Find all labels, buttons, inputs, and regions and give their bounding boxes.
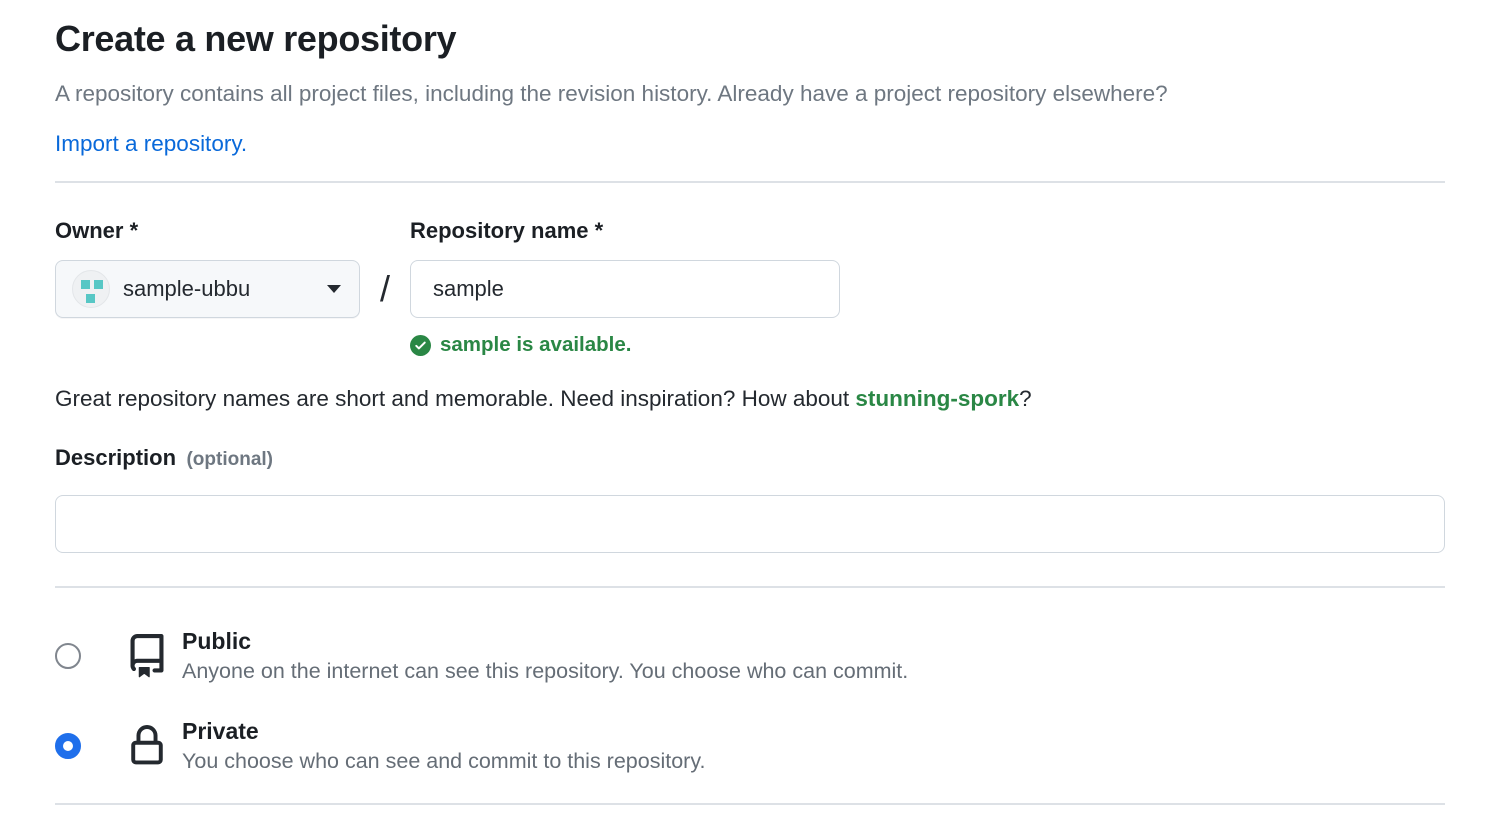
description-label-row: Description (optional)	[55, 444, 1445, 474]
description-optional-label: (optional)	[186, 449, 273, 470]
public-option-text: Public Anyone on the internet can see th…	[182, 626, 908, 686]
owner-repo-separator: /	[360, 260, 410, 318]
owner-select-button[interactable]: sample-ubbu	[55, 260, 360, 318]
page-title: Create a new repository	[55, 16, 1445, 61]
top-divider	[55, 181, 1445, 183]
public-option-label: Public	[182, 626, 908, 656]
owner-avatar	[72, 270, 110, 308]
availability-message: sample is available.	[410, 333, 840, 357]
private-option-text: Private You choose who can see and commi…	[182, 716, 705, 776]
repo-book-icon	[124, 634, 170, 678]
suggested-name[interactable]: stunning-spork	[855, 386, 1019, 411]
import-line: Import a repository.	[55, 129, 1445, 159]
description-input[interactable]	[55, 495, 1445, 553]
import-repository-link[interactable]: Import a repository.	[55, 131, 247, 156]
private-radio[interactable]	[55, 733, 81, 759]
owner-required-mark: *	[130, 218, 139, 243]
repo-name-label: Repository name *	[410, 217, 840, 244]
check-circle-icon	[410, 335, 431, 356]
triangle-down-icon	[327, 285, 341, 293]
owner-label: Owner *	[55, 217, 360, 244]
bottom-divider	[55, 803, 1445, 805]
private-option-label: Private	[182, 716, 705, 746]
repo-name-input[interactable]	[410, 260, 840, 318]
description-label: Description	[55, 445, 176, 470]
owner-field: Owner * sample-ubbu	[55, 217, 360, 318]
visibility-option-private: Private You choose who can see and commi…	[55, 716, 1445, 776]
page-subtitle: A repository contains all project files,…	[55, 77, 1445, 111]
owner-selected-value: sample-ubbu	[123, 276, 250, 302]
repo-name-required-mark: *	[595, 218, 604, 243]
public-option-description: Anyone on the internet can see this repo…	[182, 656, 908, 686]
availability-text: sample is available.	[440, 333, 631, 357]
middle-divider	[55, 586, 1445, 588]
lock-icon	[124, 725, 170, 767]
owner-repo-row: Owner * sample-ubbu / Repository name *	[55, 217, 1445, 357]
public-radio[interactable]	[55, 643, 81, 669]
name-hint: Great repository names are short and mem…	[55, 383, 1445, 414]
create-repository-page: Create a new repository A repository con…	[0, 0, 1496, 805]
visibility-option-public: Public Anyone on the internet can see th…	[55, 626, 1445, 686]
private-option-description: You choose who can see and commit to thi…	[182, 746, 705, 776]
repo-name-field: Repository name * sample is available.	[410, 217, 840, 357]
